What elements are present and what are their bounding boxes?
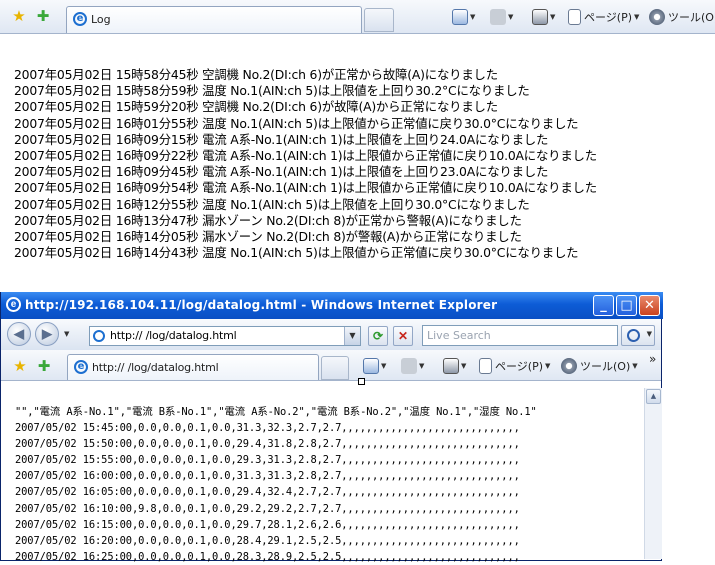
gear-icon	[561, 358, 577, 374]
log-line: 2007年05月02日 16時14分05秒 漏水ゾーン No.2(DI:ch 8…	[14, 229, 522, 245]
csv-row: 2007/05/02 15:55:00,0.0,0.0,0.1,0.0,29.3…	[15, 454, 520, 467]
address-input[interactable]: http:// /log/datalog.html	[110, 329, 237, 342]
csv-row: 2007/05/02 15:50:00,0.0,0.0,0.1,0.0,29.4…	[15, 438, 520, 451]
back-button[interactable]: ◀	[7, 322, 31, 346]
new-tab-button[interactable]	[364, 8, 394, 32]
chevron-down-icon: ▼	[461, 362, 467, 370]
feeds-button[interactable]: ▼	[401, 358, 424, 374]
print-button[interactable]: ▼	[443, 358, 466, 374]
page-icon	[479, 358, 492, 374]
search-button[interactable]: ▼	[621, 325, 655, 346]
log-line: 2007年05月02日 16時09分45秒 電流 A系-No.1(AIN:ch …	[14, 164, 549, 180]
log-line: 2007年05月02日 16時13分47秒 漏水ゾーン No.2(DI:ch 8…	[14, 212, 522, 228]
csv-header-line: "","電流 A系-No.1","電流 B系-No.1","電流 A系-No.2…	[15, 406, 537, 418]
chevron-down-icon: ▼	[550, 13, 556, 21]
csv-row: 2007/05/02 16:25:00,0.0,0.0,0.1,0.0,28.3…	[15, 550, 520, 563]
log-line: 2007年05月02日 16時14分43秒 温度 No.1(AIN:ch 5)は…	[14, 245, 579, 261]
tools-menu-label: ツール(O)	[668, 11, 715, 24]
ie-page-icon: e	[73, 12, 87, 26]
feeds-button[interactable]: ▼	[490, 9, 513, 25]
refresh-button[interactable]: ⟳	[368, 326, 388, 346]
close-button[interactable]: ✕	[639, 295, 660, 316]
tools-menu[interactable]: ツール(O)	[649, 9, 715, 25]
csv-row: 2007/05/02 16:15:00,0.0,0.0,0.1,0.0,29.7…	[15, 518, 520, 531]
ie-page-icon: e	[74, 360, 88, 374]
search-box[interactable]: Live Search	[422, 325, 618, 346]
address-bar[interactable]: http:// /log/datalog.html ▼	[89, 326, 361, 346]
csv-row: 2007/05/02 16:05:00,0.0,0.0,0.1,0.0,29.4…	[15, 486, 520, 499]
add-favorite-icon[interactable]: ✚	[35, 357, 53, 375]
background-browser-window: ★ ✚ e Log ▼ ▼ ▼ ページ(P) ▼ ツール(O) 2007年05月0…	[0, 0, 715, 300]
home-button[interactable]: ▼	[363, 358, 386, 374]
window-titlebar[interactable]: e http://192.168.104.11/log/datalog.html…	[1, 292, 663, 319]
ie-page-icon	[93, 330, 105, 342]
gear-icon	[649, 9, 665, 25]
maximize-button[interactable]: □	[616, 295, 637, 316]
log-line: 2007年05月02日 15時58分59秒 温度 No.1(AIN:ch 5)は…	[14, 83, 530, 99]
page-icon	[568, 9, 581, 25]
new-tab-button[interactable]	[321, 356, 349, 380]
recent-pages-dropdown-icon[interactable]: ▼	[64, 330, 69, 338]
home-icon	[363, 358, 379, 374]
back-toolbar: ★ ✚ e Log ▼ ▼ ▼ ページ(P) ▼ ツール(O)	[0, 0, 715, 34]
event-log-list: 2007年05月02日 15時58分45秒 空調機 No.2(DI:ch 6)が…	[14, 67, 597, 261]
chevron-down-icon: ▼	[508, 13, 514, 21]
chevron-down-icon: ▼	[634, 13, 640, 21]
home-button[interactable]: ▼	[452, 9, 475, 25]
stop-button[interactable]: ✕	[393, 326, 413, 346]
tools-menu[interactable]: ツール(O) ▼	[561, 358, 638, 374]
address-dropdown-icon[interactable]: ▼	[344, 327, 360, 345]
rss-feed-icon	[490, 9, 506, 25]
chevron-down-icon: ▼	[381, 362, 387, 370]
log-line: 2007年05月02日 16時09分54秒 電流 A系-No.1(AIN:ch …	[14, 180, 597, 196]
minimize-button[interactable]: _	[593, 295, 614, 316]
log-line: 2007年05月02日 16時09分22秒 電流 A系-No.1(AIN:ch …	[14, 148, 597, 164]
printer-icon	[443, 358, 459, 374]
ie-logo-icon: e	[6, 297, 21, 312]
add-favorite-icon[interactable]: ✚	[34, 7, 52, 25]
chevron-down-icon: ▼	[419, 362, 425, 370]
toolbar-overflow-button[interactable]: »	[649, 352, 656, 366]
favorites-star-icon[interactable]: ★	[11, 357, 29, 375]
log-line: 2007年05月02日 15時59分20秒 空調機 No.2(DI:ch 6)が…	[14, 99, 498, 115]
rss-feed-icon	[401, 358, 417, 374]
csv-row: 2007/05/02 15:45:00,0.0,0.0,0.1,0.0,31.3…	[15, 422, 520, 435]
search-icon	[627, 329, 640, 342]
csv-row: 2007/05/02 16:20:00,0.0,0.0,0.1,0.0,28.4…	[15, 534, 520, 547]
page-menu-label: ページ(P)	[495, 360, 543, 373]
page-menu[interactable]: ページ(P) ▼	[568, 9, 639, 25]
log-line: 2007年05月02日 16時09分15秒 電流 A系-No.1(AIN:ch …	[14, 131, 549, 147]
datalog-csv-content: "","電流 A系-No.1","電流 B系-No.1","電流 A系-No.2…	[15, 404, 537, 565]
csv-row: 2007/05/02 16:00:00,0.0,0.0,0.1,0.0,31.3…	[15, 470, 520, 483]
search-input[interactable]: Live Search	[427, 329, 491, 342]
csv-row: 2007/05/02 16:10:00,9.8,0.0,0.1,0.0,29.2…	[15, 502, 520, 515]
front-tab-datalog[interactable]: e http:// /log/datalog.html	[67, 354, 319, 380]
chevron-down-icon: ▼	[632, 362, 638, 370]
forward-button[interactable]: ▶	[35, 322, 59, 346]
chevron-down-icon: ▼	[646, 330, 652, 338]
vertical-scrollbar[interactable]: ▲	[644, 388, 662, 559]
log-line: 2007年05月02日 16時01分55秒 温度 No.1(AIN:ch 5)は…	[14, 115, 579, 131]
scroll-up-arrow-icon[interactable]: ▲	[646, 389, 661, 404]
favorites-star-icon[interactable]: ★	[10, 7, 28, 25]
chevron-down-icon: ▼	[545, 362, 551, 370]
print-button[interactable]: ▼	[532, 9, 555, 25]
log-line: 2007年05月02日 15時58分45秒 空調機 No.2(DI:ch 6)が…	[14, 67, 498, 82]
tools-menu-label: ツール(O)	[580, 360, 631, 373]
front-tab-bar: ★ ✚ e http:// /log/datalog.html ▼ ▼ ▼ ペー…	[1, 350, 661, 381]
foreground-browser-window: e http://192.168.104.11/log/datalog.html…	[0, 292, 663, 563]
back-tab-title: Log	[91, 13, 111, 26]
window-title: http://192.168.104.11/log/datalog.html -…	[25, 298, 498, 312]
printer-icon	[532, 9, 548, 25]
front-tab-title: http:// /log/datalog.html	[92, 361, 219, 374]
page-menu[interactable]: ページ(P) ▼	[479, 358, 550, 374]
resize-handle[interactable]	[358, 378, 365, 385]
page-menu-label: ページ(P)	[584, 11, 632, 24]
log-line: 2007年05月02日 16時12分55秒 温度 No.1(AIN:ch 5)は…	[14, 196, 530, 212]
home-icon	[452, 9, 468, 25]
chevron-down-icon: ▼	[470, 13, 476, 21]
back-tab-log[interactable]: e Log	[66, 6, 362, 33]
